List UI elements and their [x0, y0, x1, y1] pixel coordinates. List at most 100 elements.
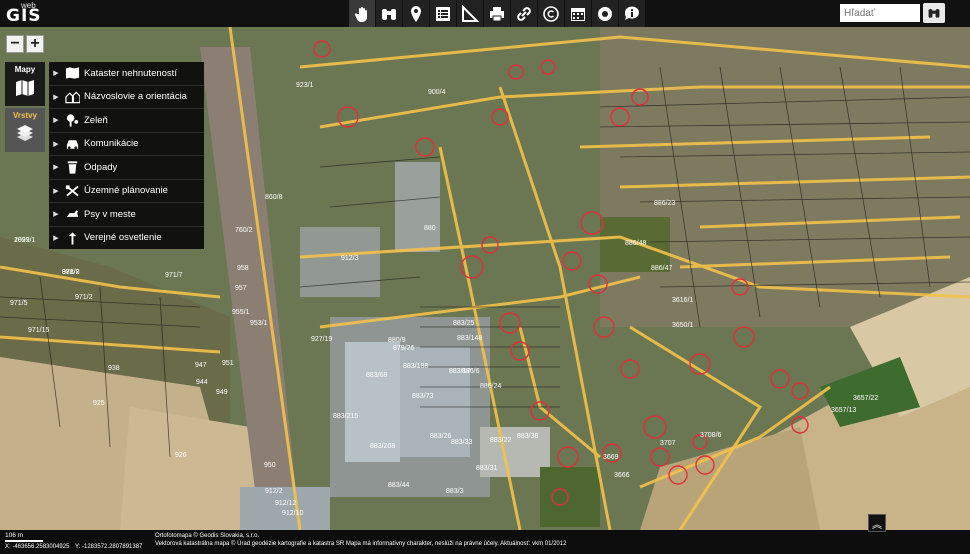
tab-maps-label: Mapy: [14, 65, 36, 74]
parcel-number-label: 953/1: [250, 320, 268, 327]
copyright-tool-button[interactable]: [538, 0, 564, 27]
calendar-icon: [571, 7, 585, 21]
coordinate-y: Y: -1283572.2807891387: [75, 544, 143, 550]
folded-map-icon: [16, 80, 34, 96]
location-tool-button[interactable]: [403, 0, 429, 27]
menu-item-komunikacie[interactable]: ▶ Komunikácie: [49, 133, 204, 156]
print-tool-button[interactable]: [484, 0, 510, 27]
pan-tool-button[interactable]: [349, 0, 375, 27]
attribution-cadastre[interactable]: Vektorová katastrálna mapa © Úrad geodéz…: [155, 541, 566, 547]
measure-tool-button[interactable]: [457, 0, 483, 27]
list-tool-button[interactable]: [430, 0, 456, 27]
menu-item-kataster[interactable]: ▶ Kataster nehnuteností: [49, 62, 204, 86]
binoculars-icon: [928, 9, 940, 18]
help-tool-button[interactable]: [592, 0, 618, 27]
zoom-in-button[interactable]: +: [26, 35, 44, 53]
attribution-orthophoto[interactable]: Ortofotomapa © Geodis Slovakia, s.r.o.: [155, 533, 259, 539]
menu-item-zelen[interactable]: ▶ Zeleň: [49, 109, 204, 133]
search-input[interactable]: [840, 4, 920, 22]
parcel-number-label: 925: [93, 400, 105, 407]
menu-item-label: Komunikácie: [84, 138, 139, 150]
tab-maps[interactable]: Mapy: [5, 62, 45, 106]
chevron-right-icon: ▶: [53, 93, 59, 101]
menu-item-psy-v-meste[interactable]: ▶ Psy v meste: [49, 203, 204, 227]
info-tool-button[interactable]: [619, 0, 645, 27]
status-bar: 106 m X: -463656.2583004925 Y: -1283572.…: [0, 530, 970, 554]
menu-item-odpady[interactable]: ▶ Odpady: [49, 156, 204, 180]
parcel-number-label: 926: [175, 452, 187, 459]
parcel-number-label: 3666: [614, 472, 630, 479]
calendar-tool-button[interactable]: [565, 0, 591, 27]
dog-icon: [63, 206, 81, 222]
menu-item-label: Názvoslovie a orientácia: [84, 91, 187, 103]
menu-item-label: Psy v meste: [84, 208, 136, 220]
chevron-right-icon: ▶: [53, 211, 59, 219]
chevron-right-icon: ▶: [53, 70, 59, 78]
parcel-number-label: 3707: [660, 440, 676, 447]
houses-icon: [63, 89, 81, 105]
chevron-right-icon: ▶: [53, 164, 59, 172]
menu-item-label: Kataster nehnuteností: [84, 67, 177, 79]
parcel-number-label: 886/6: [462, 368, 480, 375]
tab-layers[interactable]: Vrstvy: [5, 108, 45, 152]
parcel-number-label: 958: [237, 265, 249, 272]
parcel-number-label: 883/3: [446, 488, 464, 495]
layers-icon: [17, 125, 33, 141]
parcel-number-label: 971/2: [75, 294, 93, 301]
binoculars-icon: [382, 8, 396, 20]
measure-icon: [462, 4, 479, 22]
parcel-number-label: 879/26: [393, 345, 415, 352]
parcel-number-label: 949: [216, 389, 228, 396]
map-icon: [63, 65, 81, 81]
logo-gis-text: GIS: [6, 6, 42, 26]
parcel-number-label: 886/24: [480, 383, 502, 390]
parcel-number-label: 3708/6: [700, 432, 722, 439]
top-toolbar: web GIS: [0, 0, 970, 27]
parcel-number-label: 886/23: [654, 200, 676, 207]
chevron-right-icon: ▶: [53, 140, 59, 148]
menu-item-nazvoslovie[interactable]: ▶ Názvoslovie a orientácia: [49, 86, 204, 109]
parcel-number-label: 955/1: [232, 309, 250, 316]
parcel-number-label: 883/188: [403, 363, 428, 370]
parcel-number-label: 3657/13: [831, 407, 856, 414]
search-button[interactable]: [923, 3, 945, 23]
tree-icon: [63, 112, 81, 128]
chevron-right-icon: ▶: [53, 187, 59, 195]
chevron-right-icon: ▶: [53, 234, 59, 242]
parcel-number-label: 971/5: [10, 300, 28, 307]
parcel-number-label: 880: [424, 225, 436, 232]
parcel-number-label: 883/26: [430, 433, 452, 440]
parcel-number-label: 883/44: [388, 482, 410, 489]
parcel-number-label: 927/19: [311, 336, 333, 343]
find-tool-button[interactable]: [376, 0, 402, 27]
parcel-number-label: 971/7: [165, 272, 183, 279]
menu-item-verejne-osvetlenie[interactable]: ▶ Verejné osvetlenie: [49, 227, 204, 250]
copyright-icon: [543, 5, 559, 22]
parcel-number-label: 947: [195, 362, 207, 369]
parcel-number-label: 912/10: [282, 510, 304, 517]
coordinate-x: X: -463656.2583004925: [5, 544, 70, 550]
parcel-number-label: 760/2: [235, 227, 253, 234]
scale-bar: 106 m: [5, 532, 43, 542]
collapse-panel-button[interactable]: ︽: [868, 514, 886, 532]
trash-icon: [63, 159, 81, 175]
zoom-out-button[interactable]: −: [6, 35, 24, 53]
parcel-number-label: 944: [196, 379, 208, 386]
lamp-icon: [63, 230, 81, 246]
pan-hand-icon: [354, 6, 367, 22]
link-tool-button[interactable]: [511, 0, 537, 27]
tool-buttons: [349, 0, 646, 27]
parcel-number-label: 3657/22: [853, 395, 878, 402]
parcel-number-label: 951: [222, 360, 234, 367]
parcel-number-label: 883/68: [366, 372, 388, 379]
parcel-number-label: 883/38: [517, 433, 539, 440]
parcel-number-label: 912/2: [265, 488, 283, 495]
zoom-in-label: +: [30, 35, 40, 52]
menu-item-uzemne-planovanie[interactable]: ▶ Územné plánovanie: [49, 180, 204, 203]
parcel-number-label: 883/215: [333, 413, 358, 420]
parcel-number-label: 900/4: [428, 89, 446, 96]
link-icon: [517, 6, 531, 21]
car-icon: [63, 136, 81, 152]
planning-icon: [63, 183, 81, 199]
scale-line: [5, 540, 43, 542]
